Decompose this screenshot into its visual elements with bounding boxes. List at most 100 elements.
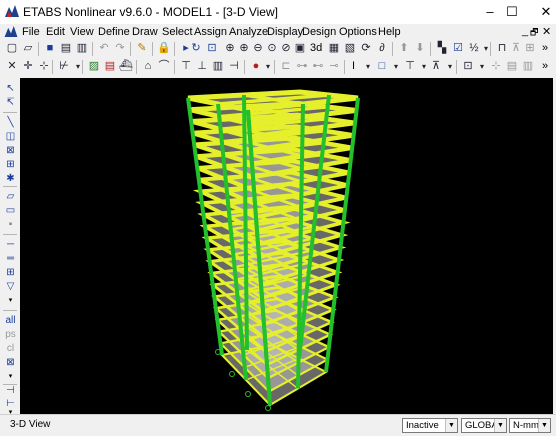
paste-icon[interactable]: ▥ (520, 59, 536, 74)
draw-brace-icon[interactable]: ⊸ (326, 59, 342, 74)
menu-help[interactable]: Help (378, 25, 401, 39)
draw-reference-point-icon[interactable]: ▽ (3, 280, 18, 294)
lock-icon[interactable]: 🔒 (156, 41, 172, 56)
toolbar2-overflow-chevron[interactable]: » (542, 59, 548, 74)
move-up-icon[interactable]: ⬆ (396, 41, 412, 56)
draw-beam-icon[interactable]: ⊶ (294, 59, 310, 74)
draw-line-icon[interactable]: ⊏ (278, 59, 294, 74)
plan-view-icon[interactable]: ▦ (326, 41, 342, 56)
menu-view[interactable]: View (70, 25, 94, 39)
etabs-logo-icon (5, 5, 19, 17)
snap-dropdown-icon[interactable]: ▾ (70, 59, 86, 74)
draw-frame-tool-icon[interactable]: ◫ (3, 130, 18, 144)
menu-file[interactable]: File (22, 25, 40, 39)
menu-options[interactable]: Options (339, 25, 377, 39)
load-icon[interactable]: ▤ (102, 59, 118, 74)
reshape-icon[interactable]: ↸ (3, 96, 18, 110)
draw-link-tool-icon[interactable]: ✱ (3, 172, 18, 186)
title-bar: ETABS Nonlinear v9.6.0 - MODEL1 - [3-D V… (0, 0, 556, 24)
support-marker (229, 371, 235, 377)
pointer-icon[interactable]: ↖ (3, 82, 18, 96)
cross-icon[interactable]: ✕ (4, 59, 20, 74)
main-toolbar: ▢ ▱ ■ ▤ ▥ ↶ ↷ ✎ 🔒 ▸ ↻ ⊡ ⊕ ⊕ ⊖ ⊙ ⊘ ▣ 3d ▦… (0, 40, 556, 58)
separator (274, 60, 275, 74)
snap-point-icon[interactable]: ✛ (20, 59, 36, 74)
draw-wall-stack-icon[interactable]: ═ (3, 252, 18, 266)
stress-icon[interactable]: ⊥ (194, 59, 210, 74)
save-icon[interactable]: ■ (42, 41, 58, 56)
coordinate-system-dropdown[interactable]: GLOBAL ▼ (461, 418, 507, 433)
mdi-restore-button[interactable]: 🗗 (530, 25, 538, 41)
open-folder-icon[interactable]: ▱ (20, 41, 36, 56)
pencil-icon[interactable]: ✎ (134, 41, 150, 56)
separator (430, 42, 431, 56)
building-model-3d[interactable] (20, 78, 553, 414)
separator (136, 60, 137, 74)
draw-line-tool-icon[interactable]: ╲ (3, 116, 18, 130)
chart-icon[interactable]: ▨ (86, 59, 102, 74)
menu-analyze[interactable]: Analyze (229, 25, 268, 39)
draw-wall-tool-icon[interactable]: ▪ (3, 218, 18, 232)
move-down-icon[interactable]: ⬇ (412, 41, 428, 56)
set-display-options-icon[interactable]: ☑ (450, 41, 466, 56)
select-all-icon[interactable]: all (3, 314, 18, 328)
support-marker (245, 391, 251, 397)
mode-shape-icon[interactable]: ⌒ (156, 59, 172, 74)
draw-brace-tool-icon[interactable]: ⊠ (3, 144, 18, 158)
snap-grid-icon[interactable]: ⊹ (36, 59, 52, 74)
view-3d-button[interactable]: 3d (310, 41, 322, 56)
redo-icon[interactable]: ↷ (112, 41, 128, 56)
select-more-icon[interactable]: ▾ (3, 370, 18, 384)
draw-rect-area-tool-icon[interactable]: ▭ (3, 204, 18, 218)
status-text: 3-D View (10, 419, 51, 430)
grid-icon[interactable]: ⊞ (522, 41, 538, 56)
perspective-icon[interactable]: ∂ (374, 41, 390, 56)
menu-select[interactable]: Select (162, 25, 193, 39)
previous-selection-icon[interactable]: ps (3, 328, 18, 342)
draw-grid-tool-icon[interactable]: ⊞ (3, 158, 18, 172)
undo-icon[interactable]: ↶ (96, 41, 112, 56)
menu-define[interactable]: Define (98, 25, 130, 39)
units-value: N-mm (513, 420, 539, 431)
intersecting-line-icon[interactable]: ⊠ (3, 356, 18, 370)
deformed-shape-icon[interactable]: ⌂ (140, 59, 156, 74)
draw-dimension-tool-icon[interactable]: ─ (3, 238, 18, 252)
draw-area-tool-icon[interactable]: ▱ (3, 190, 18, 204)
boat-icon[interactable]: ⛴ (118, 59, 134, 74)
copy-icon[interactable]: ▤ (504, 59, 520, 74)
toolbar-overflow-chevron[interactable]: » (542, 41, 548, 56)
close-button[interactable]: ✕ (526, 0, 556, 24)
snap-to-points-icon[interactable]: ⊣ (3, 384, 18, 398)
dimension-button[interactable]: I (352, 59, 355, 74)
menu-design[interactable]: Design (302, 25, 336, 39)
mdi-close-button[interactable]: ✕ (542, 25, 551, 38)
units-dropdown[interactable]: N-mm ▼ (509, 418, 551, 433)
analysis-mode-dropdown[interactable]: Inactive ▼ (402, 418, 458, 433)
mdi-minimize-button[interactable]: _ (522, 25, 528, 37)
elevation-view-icon[interactable]: ▧ (342, 41, 358, 56)
fraction-dropdown-icon[interactable]: ▾ (478, 41, 494, 56)
left-toolbar-more-icon[interactable]: ▾ (3, 294, 18, 308)
pan-icon[interactable]: ▣ (292, 41, 308, 56)
menu-assign[interactable]: Assign (194, 25, 227, 39)
forces-icon[interactable]: ⊤ (178, 59, 194, 74)
select-window-icon[interactable]: ⊡ (204, 41, 220, 56)
clear-selection-icon[interactable]: cl (3, 342, 18, 356)
draw-section-cut-icon[interactable]: ⊞ (3, 266, 18, 280)
refresh-view-icon[interactable]: ↻ (188, 41, 204, 56)
draw-column-icon[interactable]: ⊷ (310, 59, 326, 74)
fraction-display-icon[interactable]: ⊣ (226, 59, 242, 74)
print-icon[interactable]: ▤ (58, 41, 74, 56)
menu-edit[interactable]: Edit (46, 25, 65, 39)
menu-draw[interactable]: Draw (132, 25, 158, 39)
link-icon[interactable]: ⊹ (488, 59, 504, 74)
object-shrink-icon[interactable]: ▚ (434, 41, 450, 56)
print-setup-icon[interactable]: ▥ (74, 41, 90, 56)
3d-view-viewport[interactable] (20, 78, 553, 414)
separator (456, 60, 457, 74)
rotate-3d-icon[interactable]: ⟳ (358, 41, 374, 56)
reactions-icon[interactable]: ▥ (210, 59, 226, 74)
menu-display[interactable]: Display (267, 25, 303, 39)
left-toolbar: ↖ ↸ ╲ ◫ ⊠ ⊞ ✱ ▱ ▭ ▪ ─ ═ ⊞ ▽ ▾ all ps cl … (0, 78, 20, 416)
new-file-icon[interactable]: ▢ (4, 41, 20, 56)
